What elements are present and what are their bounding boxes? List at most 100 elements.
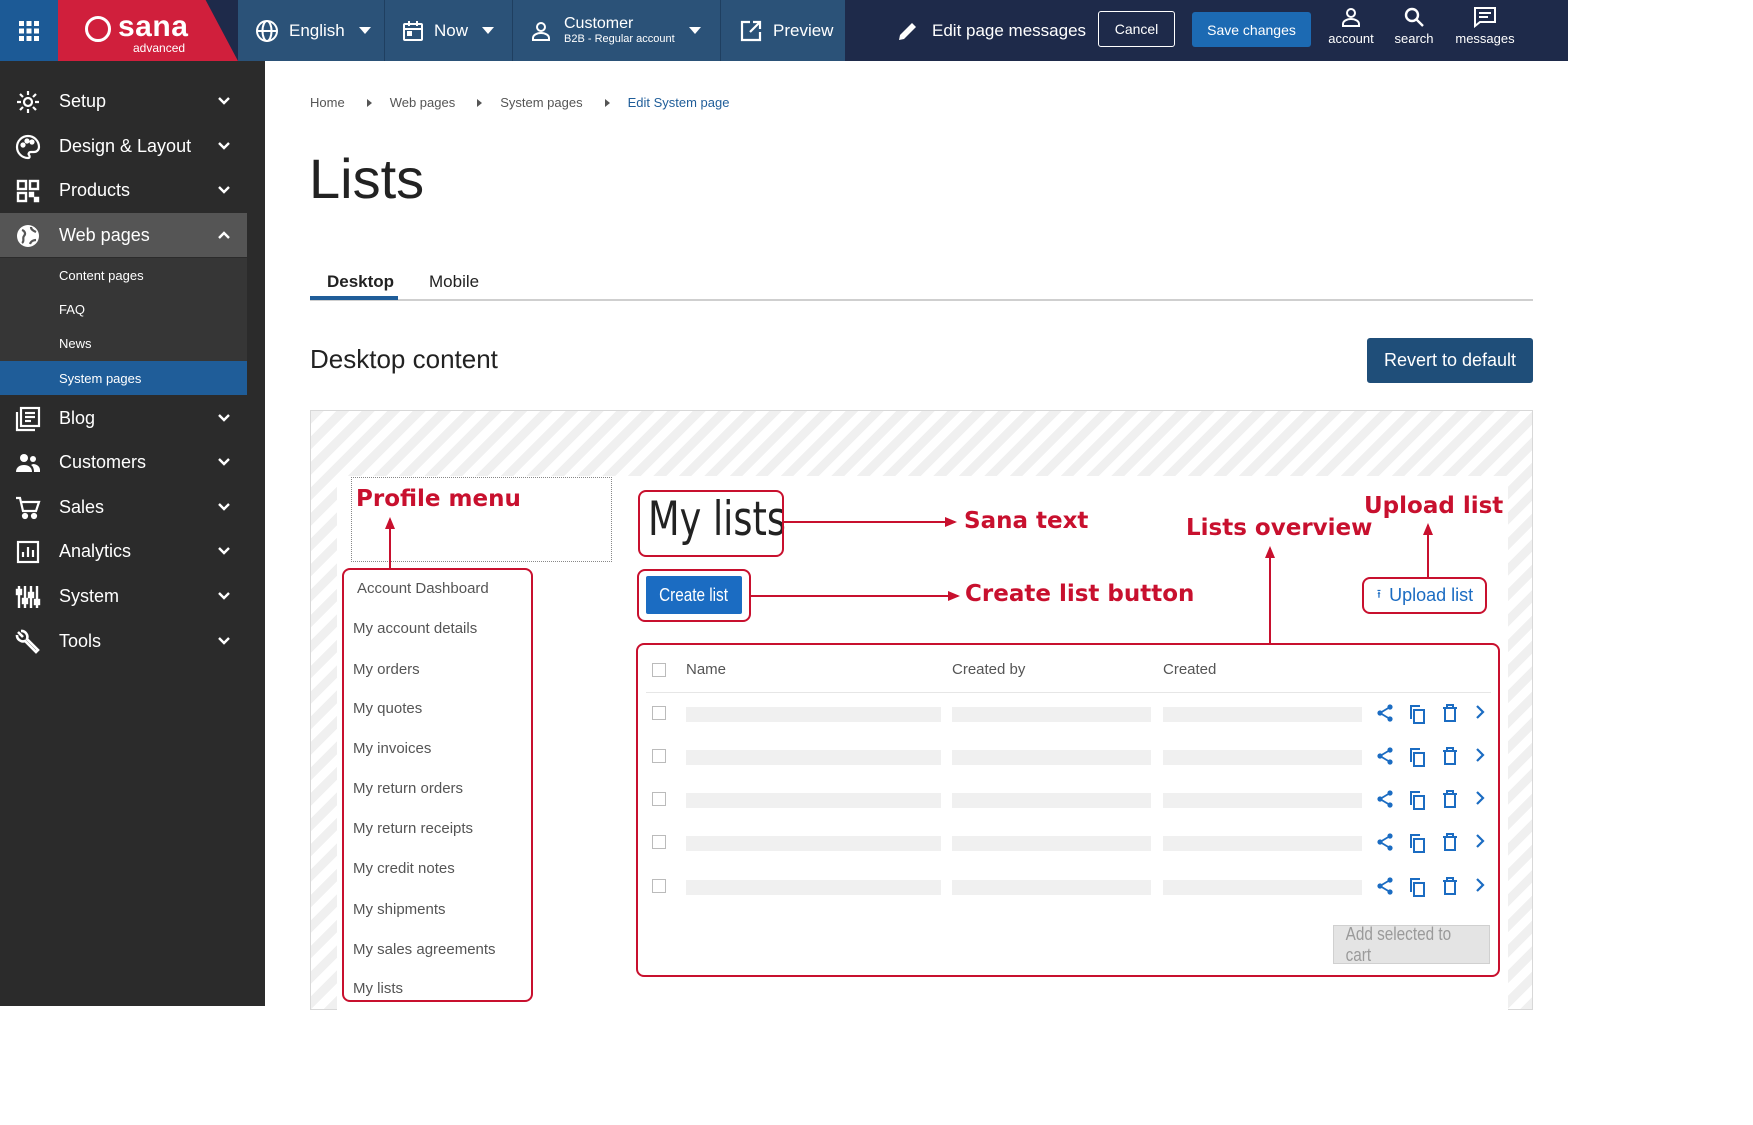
sidebar-subitem-news[interactable]: News <box>0 326 247 360</box>
menu-item-account-details[interactable]: My account details <box>353 620 477 637</box>
trash-icon[interactable] <box>1442 790 1458 813</box>
cell-placeholder <box>686 793 941 808</box>
tab-desktop[interactable]: Desktop <box>327 272 394 292</box>
chevron-down-icon <box>688 27 701 34</box>
messages-button[interactable]: messages <box>1450 6 1520 56</box>
copy-icon[interactable] <box>1408 747 1426 772</box>
customer-selector[interactable]: Customer B2B - Regular account <box>530 0 701 61</box>
sidebar-item-analytics[interactable]: Analytics <box>0 529 247 573</box>
sidebar-subitem-content-pages[interactable]: Content pages <box>0 258 247 292</box>
sana-logo[interactable]: sana advanced <box>58 0 238 61</box>
breadcrumb-system-pages[interactable]: System pages <box>500 95 582 110</box>
edit-page-messages-button[interactable]: Edit page messages <box>897 0 1086 61</box>
trash-icon[interactable] <box>1442 877 1458 900</box>
menu-item-lists[interactable]: My lists <box>353 980 403 997</box>
annotation-create-list-button: Create list button <box>965 581 1195 607</box>
sidebar-item-customers[interactable]: Customers <box>0 440 247 484</box>
page-title: Lists <box>309 147 425 210</box>
chevron-down-icon <box>218 142 230 150</box>
trash-icon[interactable] <box>1442 704 1458 727</box>
sidebar-subitem-system-pages[interactable]: System pages <box>0 361 247 395</box>
trash-icon[interactable] <box>1442 747 1458 770</box>
tab-mobile[interactable]: Mobile <box>429 272 479 292</box>
chevron-right-icon[interactable] <box>1474 877 1486 898</box>
cell-placeholder <box>952 836 1151 851</box>
sidebar-item-blog[interactable]: Blog <box>0 396 247 440</box>
row-checkbox[interactable] <box>652 706 666 720</box>
sidebar-item-products[interactable]: Products <box>0 168 247 212</box>
menu-item-return-orders[interactable]: My return orders <box>353 780 463 797</box>
revert-to-default-button[interactable]: Revert to default <box>1367 338 1533 383</box>
copy-icon[interactable] <box>1408 790 1426 815</box>
copy-icon[interactable] <box>1408 877 1426 902</box>
menu-item-invoices[interactable]: My invoices <box>353 740 431 757</box>
chevron-right-icon[interactable] <box>1474 790 1486 811</box>
save-changes-button[interactable]: Save changes <box>1192 12 1311 47</box>
sidebar-item-label: Analytics <box>59 540 132 561</box>
upload-list-label: Upload list <box>1389 584 1474 605</box>
chevron-right-icon[interactable] <box>1474 747 1486 768</box>
sidebar-item-tools[interactable]: Tools <box>0 619 247 663</box>
search-button[interactable]: search <box>1379 6 1449 56</box>
annotation-sana-text: Sana text <box>964 508 1089 534</box>
customer-name: Customer <box>564 14 634 32</box>
account-button[interactable]: account <box>1316 6 1386 56</box>
sidebar-item-label: Products <box>59 179 131 200</box>
menu-item-credit-notes[interactable]: My credit notes <box>353 860 455 877</box>
menu-item-shipments[interactable]: My shipments <box>353 901 446 918</box>
sidebar-item-setup[interactable]: Setup <box>0 79 247 123</box>
preview-button[interactable]: Preview <box>739 0 833 61</box>
copy-icon[interactable] <box>1408 833 1426 858</box>
breadcrumb-web-pages[interactable]: Web pages <box>390 95 456 110</box>
share-icon[interactable] <box>1376 704 1394 727</box>
create-list-button[interactable]: Create list <box>646 576 742 614</box>
share-icon[interactable] <box>1376 833 1394 856</box>
sidebar-subitem-faq[interactable]: FAQ <box>0 292 247 326</box>
chevron-down-icon <box>218 503 230 511</box>
blog-icon <box>15 406 41 432</box>
add-selected-to-cart-label: Add selected to cart <box>1345 923 1452 965</box>
column-header-name[interactable]: Name <box>686 661 726 678</box>
date-selector[interactable]: Now <box>402 0 495 61</box>
menu-item-sales-agreements[interactable]: My sales agreements <box>353 941 496 958</box>
sidebar-item-design-layout[interactable]: Design & Layout <box>0 124 247 168</box>
chevron-right-icon[interactable] <box>1474 833 1486 854</box>
column-header-created[interactable]: Created <box>1163 661 1216 678</box>
header-divider <box>646 692 1491 693</box>
top-bar: sana advanced English Now Customer B2B -… <box>0 0 1568 61</box>
sidebar-item-sales[interactable]: Sales <box>0 485 247 529</box>
menu-item-quotes[interactable]: My quotes <box>353 700 422 717</box>
language-selector[interactable]: English <box>255 0 371 61</box>
row-checkbox[interactable] <box>652 749 666 763</box>
row-checkbox[interactable] <box>652 879 666 893</box>
cancel-button[interactable]: Cancel <box>1098 11 1175 47</box>
select-all-checkbox[interactable] <box>652 663 666 677</box>
date-label: Now <box>434 20 469 40</box>
logo-name: sana <box>118 10 189 43</box>
row-checkbox[interactable] <box>652 835 666 849</box>
chevron-right-icon[interactable] <box>1474 704 1486 725</box>
sidebar-item-label: Sales <box>59 496 105 517</box>
sidebar-item-web-pages[interactable]: Web pages <box>0 213 247 257</box>
divider <box>512 0 513 61</box>
apps-grid-button[interactable] <box>0 0 58 61</box>
menu-item-account-dashboard[interactable]: Account Dashboard <box>357 580 489 597</box>
section-title: Desktop content <box>310 344 498 374</box>
active-tab-indicator <box>310 296 398 300</box>
breadcrumb-home[interactable]: Home <box>310 95 345 110</box>
column-header-created-by[interactable]: Created by <box>952 661 1025 678</box>
annotation-profile-menu: Profile menu <box>356 486 521 512</box>
menu-item-orders[interactable]: My orders <box>353 661 420 678</box>
copy-icon[interactable] <box>1408 704 1426 729</box>
upload-icon: ⭱ <box>1376 586 1382 601</box>
share-icon[interactable] <box>1376 877 1394 900</box>
sidebar-item-system[interactable]: System <box>0 574 247 618</box>
add-selected-to-cart-button[interactable]: Add selected to cart <box>1333 923 1490 965</box>
share-icon[interactable] <box>1376 790 1394 813</box>
menu-item-return-receipts[interactable]: My return receipts <box>353 820 473 837</box>
breadcrumb-current: Edit System page <box>627 95 730 110</box>
trash-icon[interactable] <box>1442 833 1458 856</box>
upload-list-button[interactable]: ⭱ Upload list <box>1366 580 1484 610</box>
row-checkbox[interactable] <box>652 792 666 806</box>
share-icon[interactable] <box>1376 747 1394 770</box>
